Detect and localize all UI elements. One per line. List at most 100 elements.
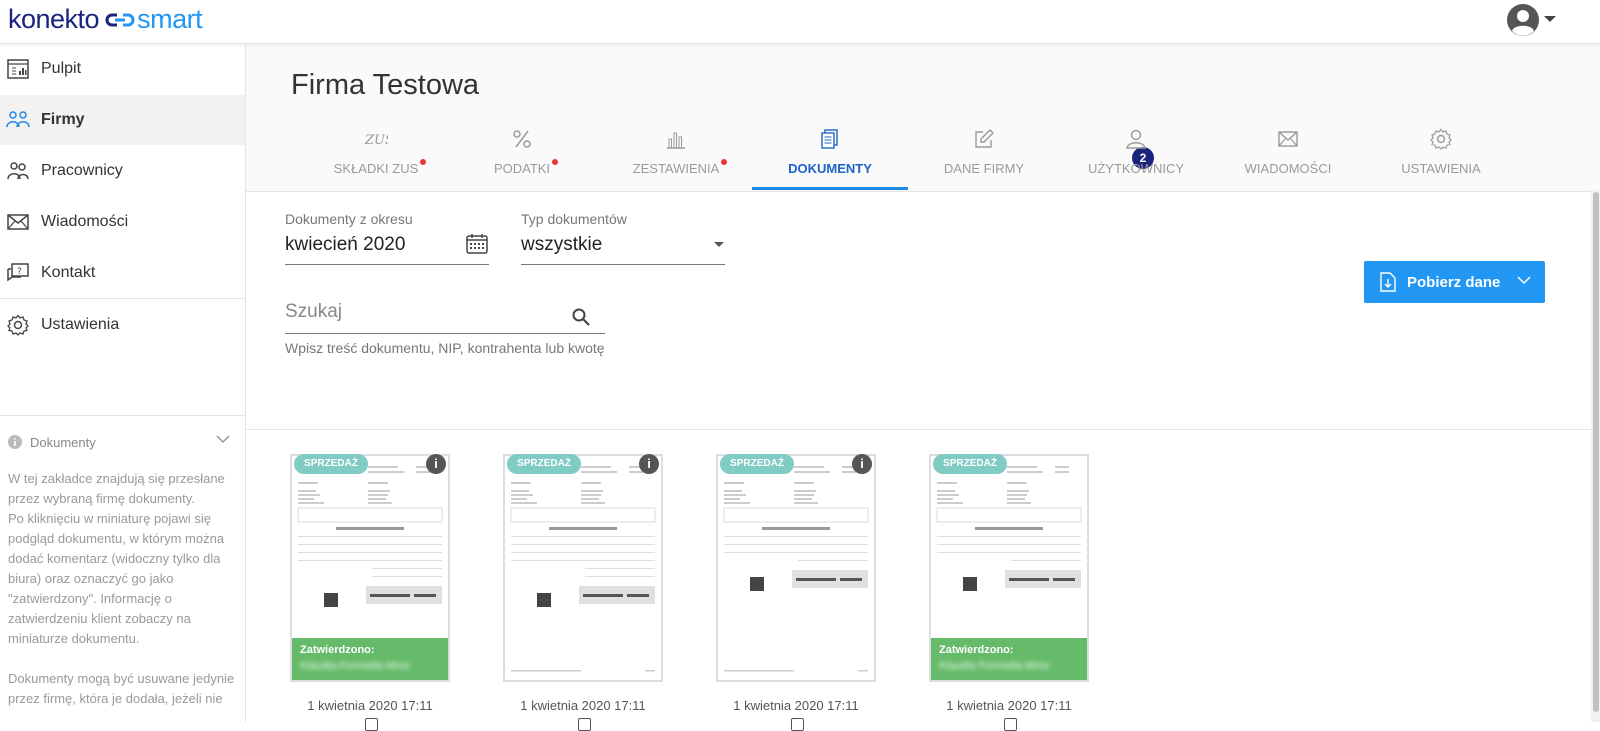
svg-text:ZUS: ZUS xyxy=(364,133,388,146)
zus-icon: ZUS xyxy=(298,124,454,154)
sidebar-item-pulpit[interactable]: Pulpit xyxy=(0,44,245,94)
tab-uzytkownicy[interactable]: Użytkownicy xyxy=(1058,124,1214,190)
document-card[interactable]: SPRZEDAŻ i Zatwierdzono: Klaudia Formell… xyxy=(290,454,450,731)
tab-dokumenty[interactable]: Dokumenty xyxy=(752,124,908,190)
document-date: 1 kwietnia 2020 17:11 xyxy=(307,698,433,713)
search-hint: Wpisz treść dokumentu, NIP, kontrahenta … xyxy=(285,340,605,356)
help-paragraph-3: Dokumenty mogą być usuwane jedynie przez… xyxy=(8,671,235,706)
page-title: Firma Testowa xyxy=(291,69,480,101)
help-paragraph-1: W tej zakładce znajdują się przesłane pr… xyxy=(8,471,225,506)
notification-dot xyxy=(552,159,559,165)
help-title: Dokumenty xyxy=(30,434,96,450)
tab-zestawienia[interactable]: Zestawienia xyxy=(598,124,754,190)
approved-label: Zatwierdzono: xyxy=(300,644,375,656)
bar-chart-icon xyxy=(598,124,754,154)
sidebar-item-wiadomosci[interactable]: Wiadomości xyxy=(0,197,245,247)
download-data-button[interactable]: Pobierz dane xyxy=(1364,261,1545,303)
sidebar-item-label: Kontakt xyxy=(41,264,96,281)
document-select-checkbox[interactable] xyxy=(791,718,804,731)
document-select-checkbox[interactable] xyxy=(578,718,591,731)
search-input[interactable]: Szukaj xyxy=(285,301,342,323)
sidebar-item-firmy[interactable]: Firmy xyxy=(0,95,245,145)
type-underline xyxy=(521,264,725,265)
tab-label: Składki ZUS xyxy=(333,161,419,176)
search-underline xyxy=(285,333,605,334)
document-date: 1 kwietnia 2020 17:11 xyxy=(946,698,1072,713)
notification-dot xyxy=(420,159,427,165)
sidebar-item-ustawienia[interactable]: Ustawienia xyxy=(0,300,245,350)
document-select-checkbox[interactable] xyxy=(1004,718,1017,731)
period-field[interactable]: kwiecień 2020 xyxy=(285,234,405,256)
info-icon[interactable]: i xyxy=(852,454,872,474)
tab-label: Wiadomości xyxy=(1244,161,1332,176)
tab-label: Użytkownicy xyxy=(1087,161,1185,176)
calendar-icon[interactable] xyxy=(466,234,488,259)
info-icon[interactable]: i xyxy=(639,454,659,474)
app-logo[interactable]: konekto smart xyxy=(8,2,203,40)
tab-label: Dokumenty xyxy=(788,161,872,176)
sidebar-item-kontakt[interactable]: ? Kontakt xyxy=(0,248,245,298)
scrollbar-thumb[interactable] xyxy=(1593,192,1599,712)
svg-text:?: ? xyxy=(17,267,22,277)
document-type-tag: SPRZEDAŻ xyxy=(933,454,1007,474)
document-thumbnail[interactable] xyxy=(716,454,876,682)
document-type-tag: SPRZEDAŻ xyxy=(720,454,794,474)
document-preview-image xyxy=(723,466,869,672)
notification-dot xyxy=(721,159,728,165)
envelope-icon xyxy=(1210,124,1366,154)
logo-text-konekto: konekto xyxy=(8,4,100,35)
tab-label: Podatki xyxy=(493,161,551,176)
search-icon[interactable] xyxy=(572,308,590,331)
chevron-down-icon[interactable] xyxy=(216,434,230,444)
help-section-header[interactable]: Dokumenty xyxy=(8,431,230,453)
envelope-icon xyxy=(6,210,30,234)
sidebar-item-label: Pracownicy xyxy=(41,162,123,179)
document-card[interactable]: SPRZEDAŻ i 1 kwietnia 2020 17:11 xyxy=(716,454,876,731)
document-date: 1 kwietnia 2020 17:11 xyxy=(520,698,646,713)
document-date: 1 kwietnia 2020 17:11 xyxy=(733,698,859,713)
logo-text-smart: smart xyxy=(137,4,203,35)
tab-dane-firmy[interactable]: Dane firmy xyxy=(906,124,1062,190)
document-select-checkbox[interactable] xyxy=(365,718,378,731)
tab-label: Ustawienia xyxy=(1401,161,1481,176)
tab-skladki-zus[interactable]: ZUS Składki ZUS xyxy=(298,124,454,190)
sidebar-item-label: Pulpit xyxy=(41,60,82,77)
document-thumbnail[interactable] xyxy=(503,454,663,682)
link-logo-icon xyxy=(105,2,135,36)
dropdown-arrow-icon[interactable] xyxy=(714,242,724,247)
approved-by: Klaudia Formella-Mróz xyxy=(300,660,411,672)
download-button-label: Pobierz dane xyxy=(1407,273,1501,291)
main-content: Firma Testowa ZUS Składki ZUS Podatki Ze… xyxy=(246,44,1600,731)
gear-icon xyxy=(6,313,30,337)
period-underline xyxy=(285,264,489,265)
sidebar-item-label: Ustawienia xyxy=(41,316,120,333)
help-paragraph-2: Po kliknięciu w miniaturę pojawi się pod… xyxy=(8,511,225,646)
help-text: W tej zakładce znajdują się przesłane pr… xyxy=(8,469,236,709)
user-avatar-icon[interactable] xyxy=(1506,3,1540,37)
period-label: Dokumenty z okresu xyxy=(285,211,413,227)
tab-podatki[interactable]: Podatki xyxy=(444,124,600,190)
type-label: Typ dokumentów xyxy=(521,211,627,227)
user-menu-chevron-down-icon[interactable] xyxy=(1544,16,1556,22)
info-icon[interactable]: i xyxy=(426,454,446,474)
sidebar-divider xyxy=(0,298,245,299)
tab-label: Dane firmy xyxy=(943,161,1025,176)
approved-label: Zatwierdzono: xyxy=(939,644,1014,656)
document-card[interactable]: SPRZEDAŻ i 1 kwietnia 2020 17:11 xyxy=(503,454,663,731)
document-preview-image xyxy=(510,466,656,672)
gear-icon xyxy=(1363,124,1519,154)
percent-icon xyxy=(444,124,600,154)
download-file-icon xyxy=(1380,272,1396,292)
document-card[interactable]: SPRZEDAŻ Zatwierdzono: Klaudia Formella-… xyxy=(929,454,1089,731)
type-select[interactable]: wszystkie xyxy=(521,234,602,256)
chevron-down-icon[interactable] xyxy=(1517,275,1531,285)
dashboard-icon xyxy=(6,57,30,81)
top-bar: konekto smart xyxy=(0,0,1600,44)
help-divider xyxy=(0,415,245,416)
tab-ustawienia[interactable]: Ustawienia xyxy=(1363,124,1519,190)
tab-wiadomosci[interactable]: Wiadomości xyxy=(1210,124,1366,190)
sidebar-item-pracownicy[interactable]: Pracownicy xyxy=(0,146,245,196)
info-icon xyxy=(8,435,22,449)
filters-panel: Dokumenty z okresu kwiecień 2020 Typ dok… xyxy=(246,192,1600,430)
tab-label: Zestawienia xyxy=(632,161,720,176)
